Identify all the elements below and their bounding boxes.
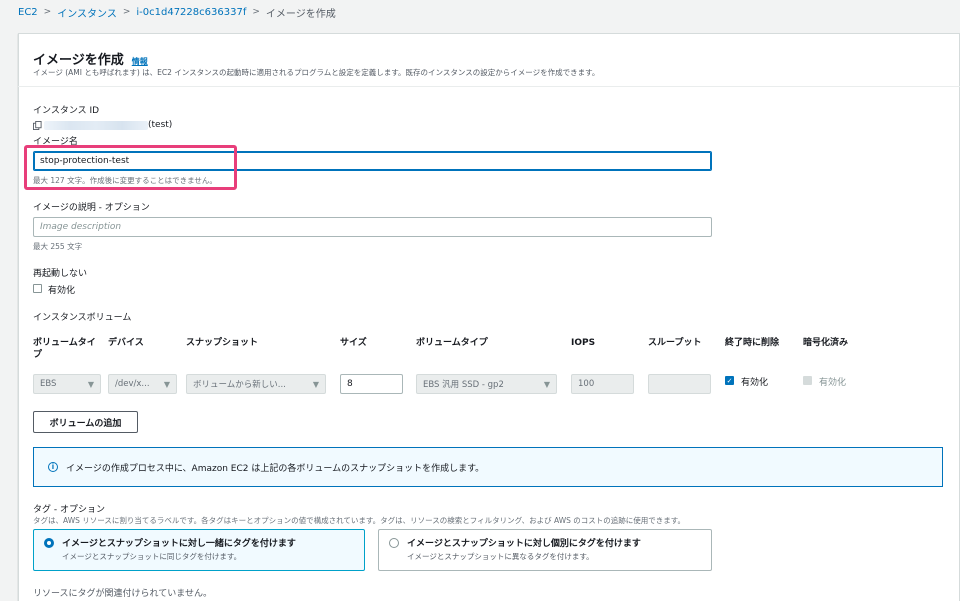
tag-separately-option[interactable]: イメージとスナップショットに対し個別にタグを付けます イメージとスナップショット… xyxy=(378,529,712,571)
iops-value: 100 xyxy=(578,379,595,389)
iops-input: 100 xyxy=(571,374,634,394)
breadcrumb-instances-link[interactable]: インスタンス xyxy=(57,5,117,20)
instance-volumes-label: インスタンスボリューム xyxy=(33,313,132,323)
tag-together-option[interactable]: イメージとスナップショットに対し一緒にタグを付けます イメージとスナップショット… xyxy=(33,529,365,571)
column-iops: IOPS xyxy=(571,338,596,348)
highlight-box xyxy=(24,145,237,190)
tags-label: タグ - オプション xyxy=(33,505,105,515)
no-reboot-checkbox[interactable] xyxy=(33,284,42,293)
device-select[interactable]: /dev/x... ▼ xyxy=(108,374,177,394)
device-value: /dev/x... xyxy=(115,379,150,389)
instance-id-label: インスタンス ID xyxy=(33,106,100,116)
snapshot-value: ボリュームから新しい... xyxy=(193,380,286,390)
info-alert: i イメージの作成プロセス中に、Amazon EC2 は上記の各ボリュームのスナ… xyxy=(33,447,943,487)
caret-down-icon: ▼ xyxy=(312,379,319,389)
no-reboot-checkbox-label: 有効化 xyxy=(48,286,76,296)
tag-together-title: イメージとスナップショットに対し一緒にタグを付けます xyxy=(62,539,296,549)
throughput-input xyxy=(648,374,711,394)
snapshot-select[interactable]: ボリュームから新しい... ▼ xyxy=(186,374,326,394)
tags-description: タグは、AWS リソースに割り当てるラベルです。各タグはキーとオプションの値で構… xyxy=(33,516,686,525)
tag-together-desc: イメージとスナップショットに同じタグを付けます。 xyxy=(62,552,242,561)
page-title: イメージを作成 情報 xyxy=(33,49,148,68)
column-size: サイズ xyxy=(340,338,367,348)
info-icon: i xyxy=(48,462,58,472)
image-description-input[interactable] xyxy=(33,217,712,237)
encrypted-checkbox xyxy=(803,376,812,385)
no-tags-text: リソースにタグが関連付けられていません。 xyxy=(33,589,213,599)
volume-type-select[interactable]: EBS ▼ xyxy=(33,374,101,394)
image-description-label: イメージの説明 - オプション xyxy=(33,203,150,213)
volume-type-value: EBS xyxy=(40,379,57,389)
panel-divider xyxy=(18,86,960,87)
size-input[interactable] xyxy=(340,374,403,394)
column-throughput: スループット xyxy=(648,338,702,348)
instance-id-suffix: (test) xyxy=(148,120,173,130)
column-delete-on-termination: 終了時に削除 xyxy=(725,338,780,348)
tag-separately-title: イメージとスナップショットに対し個別にタグを付けます xyxy=(407,539,641,549)
breadcrumb-ec2-link[interactable]: EC2 xyxy=(18,7,38,18)
column-snapshot: スナップショット xyxy=(186,338,259,348)
page-description: イメージ (AMI とも呼ばれます) は、EC2 インスタンスの起動時に適用され… xyxy=(33,68,600,77)
caret-down-icon: ▼ xyxy=(87,379,94,389)
page-title-text: イメージを作成 xyxy=(33,53,124,68)
chevron-right-icon: > xyxy=(252,7,260,17)
column-ebs-volume-type: ボリュームタイプ xyxy=(416,338,488,348)
chevron-right-icon: > xyxy=(43,7,52,17)
column-encrypted: 暗号化済み xyxy=(803,338,849,348)
image-description-hint: 最大 255 文字 xyxy=(33,242,83,251)
column-device: デバイス xyxy=(108,338,144,348)
no-reboot-label: 再起動しない xyxy=(33,269,88,279)
instance-id-value-redacted xyxy=(44,121,148,130)
copy-icon[interactable] xyxy=(33,121,42,133)
ebs-volume-type-value: EBS 汎用 SSD - gp2 xyxy=(423,380,504,390)
add-volume-button[interactable]: ボリュームの追加 xyxy=(33,411,138,433)
tag-separately-desc: イメージとスナップショットに異なるタグを付けます。 xyxy=(407,552,594,561)
breadcrumb-current: イメージを作成 xyxy=(265,8,336,20)
tag-separately-radio[interactable] xyxy=(389,537,399,548)
delete-on-termination-checkbox[interactable]: ✓ xyxy=(725,376,734,385)
tag-together-radio[interactable] xyxy=(44,537,54,548)
breadcrumb: EC2 > インスタンス > i-0c1d47228c636337f > イメー… xyxy=(18,5,336,20)
caret-down-icon: ▼ xyxy=(163,379,170,389)
info-alert-text: イメージの作成プロセス中に、Amazon EC2 は上記の各ボリュームのスナップ… xyxy=(66,463,485,474)
column-volume-type: ボリュームタイプ xyxy=(33,338,96,360)
info-link[interactable]: 情報 xyxy=(132,56,148,67)
caret-down-icon: ▼ xyxy=(543,379,550,389)
encrypted-label: 有効化 xyxy=(819,378,847,388)
chevron-right-icon: > xyxy=(122,7,131,17)
ebs-volume-type-select[interactable]: EBS 汎用 SSD - gp2 ▼ xyxy=(416,374,557,394)
delete-on-termination-label: 有効化 xyxy=(741,378,769,388)
breadcrumb-instance-link[interactable]: i-0c1d47228c636337f xyxy=(136,7,246,18)
